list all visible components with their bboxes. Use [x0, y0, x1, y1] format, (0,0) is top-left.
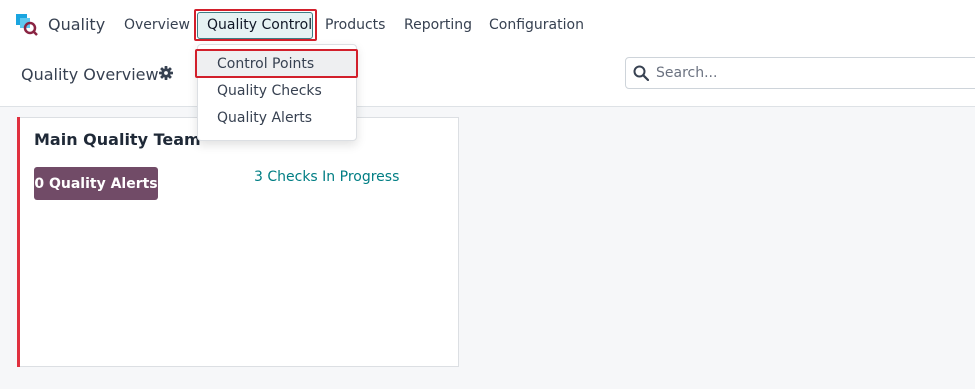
- team-name[interactable]: Main Quality Team: [34, 130, 201, 149]
- nav-products[interactable]: Products: [325, 17, 385, 33]
- menu-item-quality-alerts[interactable]: Quality Alerts: [217, 110, 312, 126]
- search-input[interactable]: [656, 60, 956, 86]
- search-icon: [633, 65, 649, 81]
- nav-overview[interactable]: Overview: [124, 17, 190, 33]
- team-card: [17, 117, 459, 367]
- gear-icon[interactable]: [159, 66, 173, 80]
- menu-item-control-points[interactable]: Control Points: [217, 56, 314, 72]
- quality-app-logo-icon[interactable]: [16, 14, 38, 36]
- menu-item-quality-checks[interactable]: Quality Checks: [217, 83, 322, 99]
- team-card-color-stripe: [17, 117, 20, 367]
- app-name[interactable]: Quality: [48, 15, 105, 34]
- page-title: Quality Overview: [21, 65, 159, 84]
- nav-reporting[interactable]: Reporting: [404, 17, 472, 33]
- quality-alerts-button[interactable]: 0 Quality Alerts: [34, 167, 158, 200]
- checks-in-progress-link[interactable]: 3 Checks In Progress: [254, 169, 399, 185]
- nav-configuration[interactable]: Configuration: [489, 17, 584, 33]
- nav-quality-control-label[interactable]: Quality Control: [207, 17, 312, 33]
